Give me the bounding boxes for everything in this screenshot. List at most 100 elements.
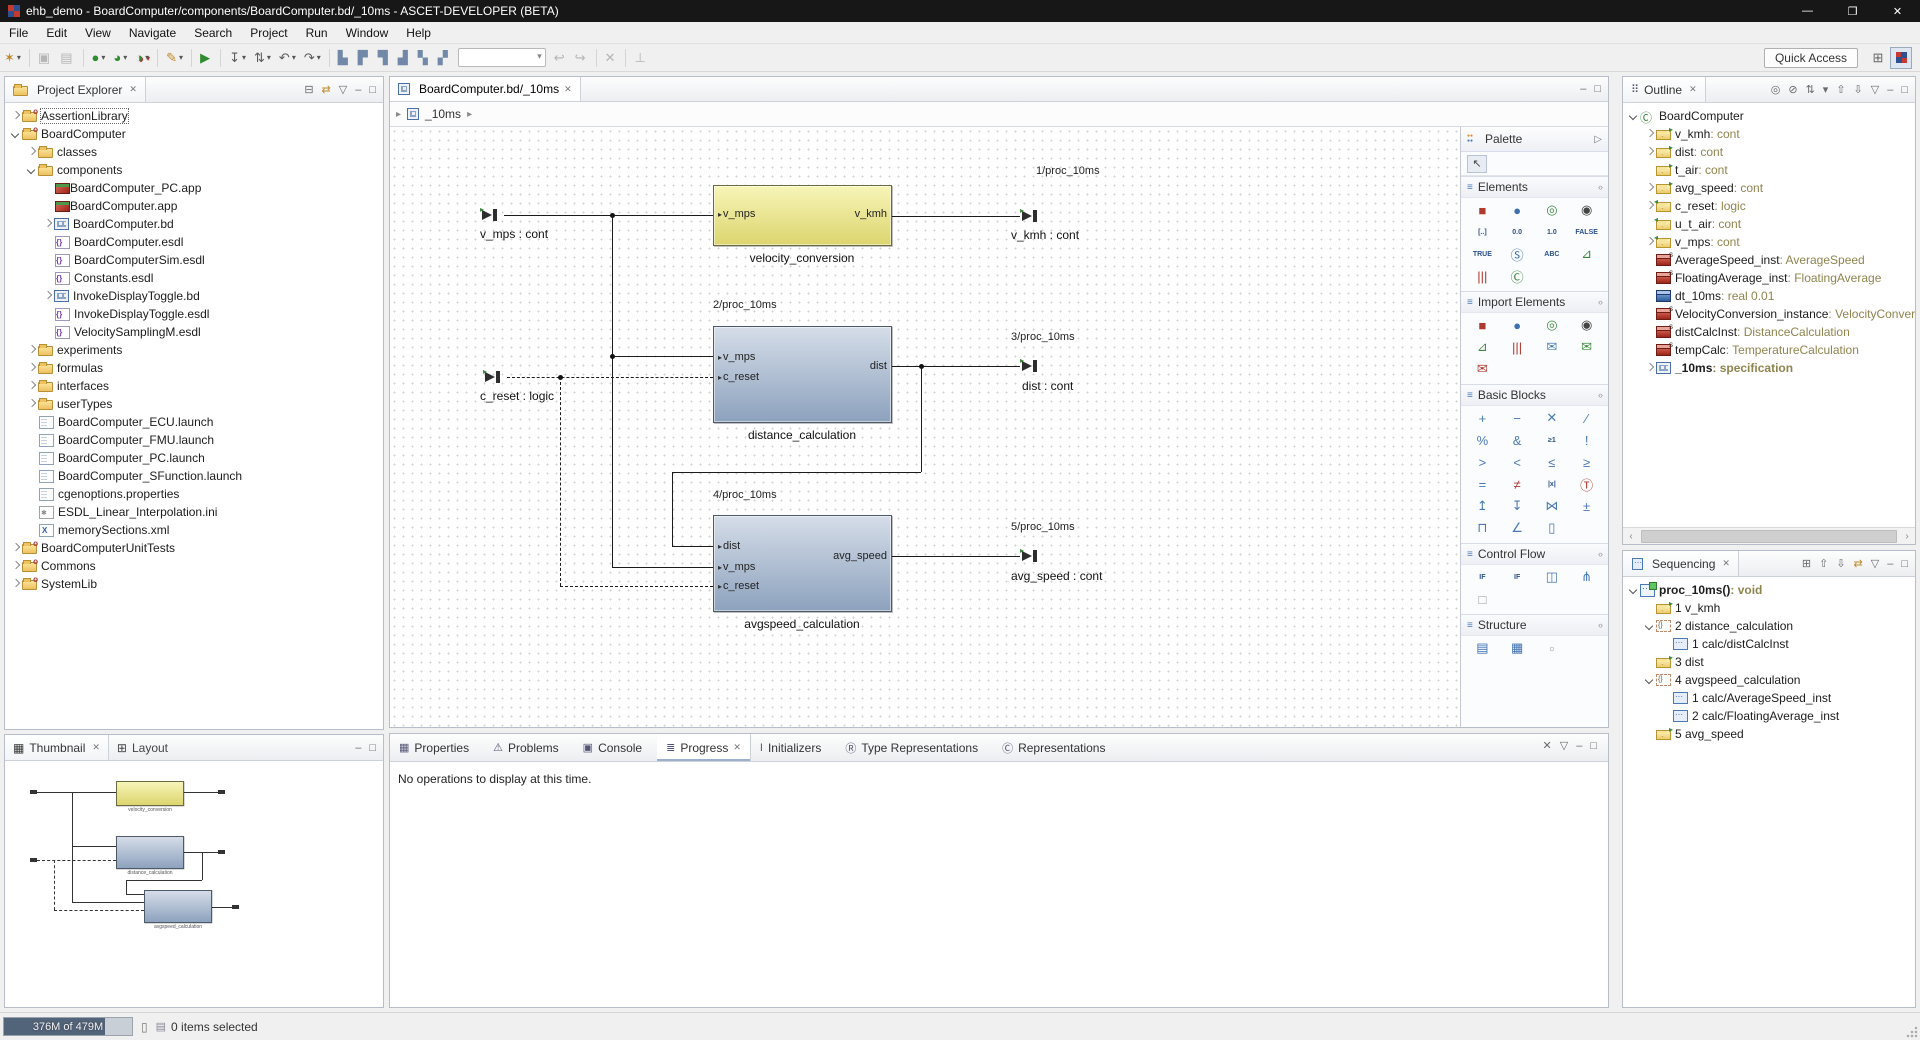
control-branch-icon[interactable]: ⋔: [1569, 568, 1604, 586]
tree-item[interactable]: 1 calc/AverageSpeed_inst: [1623, 689, 1915, 707]
region-icon[interactable]: ▫: [1535, 639, 1570, 657]
sign-icon[interactable]: ±: [1569, 497, 1604, 515]
tree-item[interactable]: BoardComputer_ECU.launch: [5, 413, 383, 431]
input-port-icon[interactable]: ▸: [483, 371, 507, 383]
tree-item[interactable]: Constants.esdl: [5, 269, 383, 287]
twisty-icon[interactable]: [41, 200, 54, 212]
view-menu-icon[interactable]: ▽: [336, 82, 350, 97]
minimize-icon[interactable]: –: [1577, 82, 1589, 96]
comb-icon[interactable]: |||: [1465, 267, 1500, 285]
tree-item[interactable]: tempCalc : TemperatureCalculation: [1623, 341, 1915, 359]
element-combo[interactable]: [458, 48, 546, 67]
twisty-icon[interactable]: [1643, 146, 1656, 158]
limiter-icon[interactable]: ⋈: [1535, 497, 1570, 515]
collapse-all-icon[interactable]: ⊟: [301, 82, 316, 97]
breadcrumb-item[interactable]: _10ms: [425, 107, 461, 121]
thumbnail-canvas[interactable]: velocity_conversion distance_calculation…: [6, 762, 382, 1006]
output-port-icon[interactable]: ▸: [1020, 360, 1044, 372]
toolbar-separator[interactable]: [596, 49, 597, 67]
block-port[interactable]: v_mps: [718, 351, 755, 363]
close-icon[interactable]: ✕: [733, 742, 741, 753]
multiply-icon[interactable]: ✕: [1535, 409, 1570, 427]
twisty-icon[interactable]: [1643, 326, 1656, 338]
string-literal-icon[interactable]: ABC: [1535, 245, 1570, 263]
tree-item[interactable]: 1 v_kmh: [1623, 599, 1915, 617]
not-icon[interactable]: !: [1569, 431, 1604, 449]
twisty-icon[interactable]: [1643, 182, 1656, 194]
tree-item[interactable]: dist : cont: [1623, 143, 1915, 161]
maximize-icon[interactable]: □: [1591, 82, 1604, 96]
code-generator-button[interactable]: ✎▾: [163, 48, 186, 68]
twisty-icon[interactable]: [1659, 692, 1672, 704]
selection-tool[interactable]: ↖: [1467, 155, 1487, 173]
view-menu-icon[interactable]: ▽: [1868, 82, 1882, 97]
twisty-icon[interactable]: [1643, 344, 1656, 356]
bottom-view-tab[interactable]: Ⓒ Representations: [993, 734, 1120, 761]
equal-icon[interactable]: =: [1465, 475, 1500, 493]
twisty-icon[interactable]: [9, 560, 22, 572]
bottom-view-tab[interactable]: Ⓡ Type Representations: [836, 734, 993, 761]
twisty-icon[interactable]: [1643, 164, 1656, 176]
close-window-button[interactable]: ✕: [1875, 0, 1920, 22]
scrollbar-thumb[interactable]: [1641, 530, 1897, 543]
block-port[interactable]: c_reset: [718, 371, 759, 383]
true-literal-icon[interactable]: TRUE: [1465, 245, 1500, 263]
tree-item[interactable]: SystemLib: [5, 575, 383, 593]
maximize-icon[interactable]: □: [366, 83, 379, 97]
layout-align-right-button[interactable]: ▜: [375, 48, 393, 68]
import-resource-icon[interactable]: ◎: [1535, 316, 1570, 334]
menu-item[interactable]: Edit: [37, 23, 76, 43]
import-message-icon[interactable]: ✉: [1465, 360, 1500, 378]
back-button[interactable]: ↩: [551, 48, 570, 68]
bottom-view-tab[interactable]: ▦ Properties: [390, 734, 484, 761]
import-parameter-icon[interactable]: ◉: [1569, 316, 1604, 334]
twisty-icon[interactable]: [25, 362, 38, 374]
import-curve-icon[interactable]: ⊿: [1465, 338, 1500, 356]
or-icon[interactable]: ≥1: [1535, 431, 1570, 449]
twisty-icon[interactable]: [41, 308, 54, 320]
tree-item[interactable]: ESDL_Linear_Interpolation.ini: [5, 503, 383, 521]
block-port[interactable]: v_mps: [718, 208, 755, 220]
link-disabled-icon[interactable]: ⊘: [1785, 82, 1800, 97]
tab-layout[interactable]: ⊞ Layout: [109, 735, 176, 760]
block-avgspeed-calculation[interactable]: distv_mpsc_resetavg_speed: [713, 515, 892, 612]
twisty-icon[interactable]: [41, 326, 54, 338]
toolbar-separator[interactable]: [191, 49, 192, 67]
twisty-icon[interactable]: [41, 182, 54, 194]
twisty-icon[interactable]: [1643, 254, 1656, 266]
bottom-view-tab[interactable]: ⚠ Problems: [484, 734, 574, 761]
signal-port-icon[interactable]: ●: [1500, 201, 1535, 219]
breadcrumb-expand-icon[interactable]: ▸: [396, 109, 401, 120]
palette-section-basic-blocks[interactable]: ≡ Basic Blocks ‹›: [1461, 384, 1608, 406]
section-collapse-icon[interactable]: ‹›: [1598, 620, 1602, 630]
tree-item[interactable]: _10ms : specification: [1623, 359, 1915, 377]
layout-match-width-button[interactable]: ▚: [415, 48, 433, 68]
tree-item[interactable]: InvokeDisplayToggle.esdl: [5, 305, 383, 323]
toolbar-separator[interactable]: [329, 49, 330, 67]
layout-align-left-button[interactable]: ▙: [335, 48, 353, 68]
twisty-icon[interactable]: [41, 218, 54, 230]
menu-item[interactable]: Search: [185, 23, 241, 43]
twisty-icon[interactable]: [1643, 728, 1656, 740]
editor-tab[interactable]: BoardComputer.bd/_10ms ✕: [390, 77, 581, 101]
run-pc-experiment-button[interactable]: ◕▾: [110, 48, 130, 67]
tree-item[interactable]: classes: [5, 143, 383, 161]
one-literal-icon[interactable]: 1.0: [1535, 223, 1570, 241]
characteristic-curve-icon[interactable]: ⊿: [1569, 245, 1604, 263]
tree-item[interactable]: 2 distance_calculation: [1623, 617, 1915, 635]
tree-item[interactable]: 2 calc/FloatingAverage_inst: [1623, 707, 1915, 725]
twisty-icon[interactable]: [9, 110, 22, 122]
twisty-icon[interactable]: [1627, 584, 1640, 596]
section-collapse-icon[interactable]: ‹›: [1598, 297, 1602, 307]
maximum-icon[interactable]: ↥: [1465, 497, 1500, 515]
tree-item[interactable]: experiments: [5, 341, 383, 359]
palette-header[interactable]: Palette ▷: [1461, 127, 1608, 152]
resource-port-icon[interactable]: ◎: [1535, 201, 1570, 219]
toolbar-separator[interactable]: [83, 49, 84, 67]
twisty-icon[interactable]: [1659, 638, 1672, 650]
tree-item[interactable]: FloatingAverage_inst : FloatingAverage: [1623, 269, 1915, 287]
section-collapse-icon[interactable]: ‹›: [1598, 549, 1602, 559]
collapse-up-icon[interactable]: ⇧: [1833, 82, 1848, 97]
twisty-icon[interactable]: [25, 146, 38, 158]
array-literal-icon[interactable]: [..]: [1465, 223, 1500, 241]
